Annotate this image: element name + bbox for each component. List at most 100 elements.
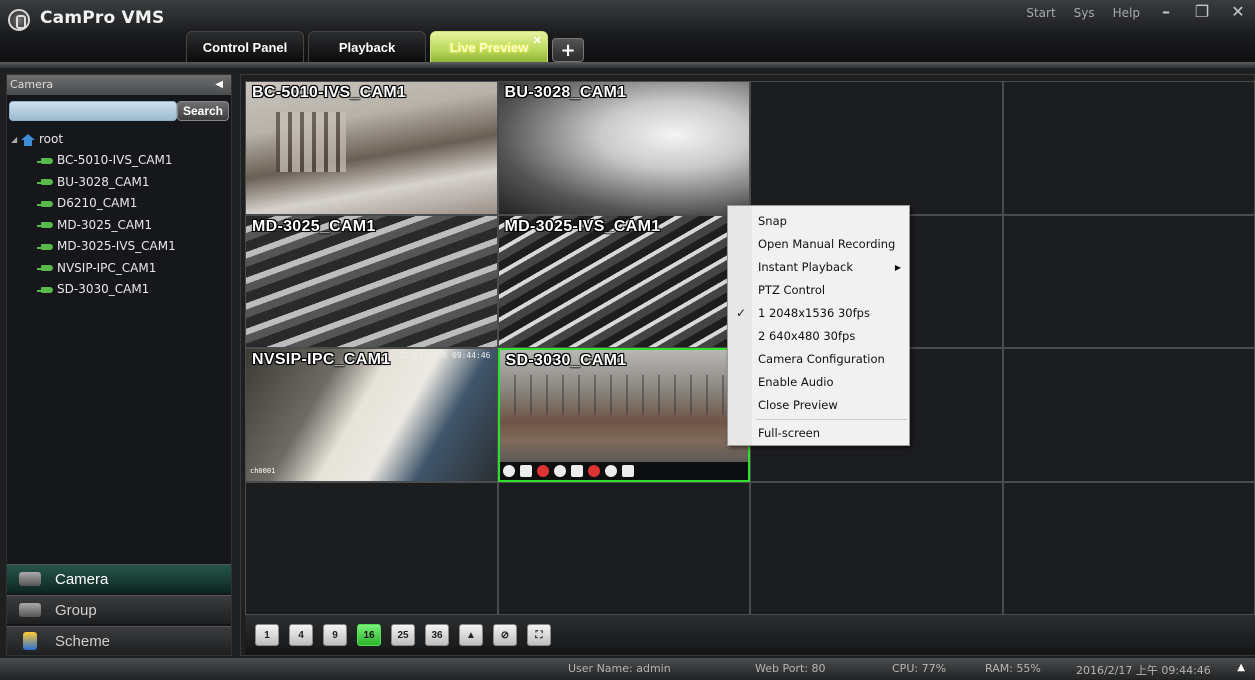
menu-item-ptz-control[interactable]: PTZ Control bbox=[728, 279, 909, 302]
title-bar-divider bbox=[0, 62, 1255, 68]
tab-close-icon[interactable]: ✕ bbox=[533, 34, 542, 47]
search-input[interactable] bbox=[9, 101, 177, 121]
camera-label: BU-3028_CAM1 bbox=[504, 84, 627, 101]
status-web-port: Web Port: 80 bbox=[755, 662, 826, 675]
menu-item-full-screen[interactable]: Full-screen bbox=[728, 422, 909, 445]
video-cell-empty[interactable] bbox=[750, 481, 1003, 615]
video-cell[interactable]: MD-3025_CAM1 bbox=[245, 214, 498, 348]
menu-start[interactable]: Start bbox=[1026, 6, 1055, 20]
video-cell-empty[interactable] bbox=[1002, 481, 1255, 615]
audio-icon[interactable] bbox=[587, 464, 600, 477]
scheme-nav-icon bbox=[23, 632, 37, 650]
tab-control-panel[interactable]: Control Panel bbox=[186, 31, 304, 62]
video-cell-selected[interactable]: SD-3030_CAM1 bbox=[497, 348, 750, 482]
top-menu: Start Sys Help bbox=[1026, 6, 1140, 20]
search-button[interactable]: Search bbox=[177, 101, 229, 121]
app-title: CamPro VMS bbox=[40, 8, 165, 28]
group-nav-icon bbox=[19, 603, 41, 617]
menu-item-stream-1[interactable]: ✓ 1 2048x1536 30fps bbox=[728, 302, 909, 325]
menu-item-snap[interactable]: Snap bbox=[728, 210, 909, 233]
camera-icon bbox=[37, 157, 53, 164]
expand-up-icon[interactable]: ▲ bbox=[1237, 662, 1245, 673]
playback-icon[interactable] bbox=[570, 464, 583, 477]
video-cell-empty[interactable] bbox=[1002, 214, 1255, 348]
status-ram: RAM: 55% bbox=[985, 662, 1041, 675]
collapse-arrow-icon[interactable]: ◀ bbox=[215, 75, 223, 95]
tree-item-camera[interactable]: BC-5010-IVS_CAM1 bbox=[7, 150, 231, 172]
video-cell-empty[interactable] bbox=[750, 81, 1003, 215]
nav-group[interactable]: Group bbox=[7, 595, 231, 624]
video-cell-empty[interactable] bbox=[1002, 81, 1255, 215]
menu-item-close-preview[interactable]: Close Preview bbox=[728, 394, 909, 417]
menu-item-instant-playback[interactable]: Instant Playback ▶ bbox=[728, 256, 909, 279]
camera-sidebar: Camera ◀ Search ◢ root BC-5010-IVS_CAM1 … bbox=[6, 74, 232, 656]
submenu-arrow-icon: ▶ bbox=[894, 263, 901, 272]
camera-label: BC-5010-IVS_CAM1 bbox=[252, 84, 407, 101]
stop-preview-icon[interactable] bbox=[502, 464, 515, 477]
layout-toolbar: 1 4 9 16 25 36 ▲ ⊘ ⛶ bbox=[245, 615, 1255, 655]
cell-toolbar bbox=[499, 461, 748, 480]
tree-item-camera[interactable]: SD-3030_CAM1 bbox=[7, 279, 231, 301]
check-icon: ✓ bbox=[736, 306, 747, 320]
sidebar-header: Camera ◀ bbox=[7, 75, 231, 95]
tab-playback[interactable]: Playback bbox=[308, 31, 426, 62]
video-cell[interactable]: BU-3028_CAM1 bbox=[497, 81, 750, 215]
camera-icon bbox=[37, 286, 53, 293]
context-menu: Snap Open Manual Recording Instant Playb… bbox=[727, 205, 910, 446]
layout-36-button[interactable]: 36 bbox=[425, 624, 449, 646]
zoom-icon[interactable] bbox=[604, 464, 617, 477]
menu-separator bbox=[756, 419, 907, 420]
video-cell[interactable]: NVSIP-IPC_CAM1 02-17-2016 09:44:46 ch000… bbox=[245, 348, 498, 482]
menu-item-stream-2[interactable]: 2 640x480 30fps bbox=[728, 325, 909, 348]
nav-camera[interactable]: Camera bbox=[7, 564, 231, 593]
camera-icon bbox=[37, 243, 53, 250]
app-logo-icon bbox=[8, 9, 30, 31]
video-cell[interactable]: MD-3025-IVS_CAM1 bbox=[497, 214, 750, 348]
video-cell[interactable]: BC-5010-IVS_CAM1 bbox=[245, 81, 498, 215]
minimize-icon[interactable]: – bbox=[1155, 2, 1177, 21]
layout-9-button[interactable]: 9 bbox=[323, 624, 347, 646]
expand-arrow-icon[interactable]: ◢ bbox=[11, 129, 21, 150]
camera-label: MD-3025_CAM1 bbox=[252, 217, 376, 235]
close-icon[interactable]: ✕ bbox=[1227, 2, 1249, 21]
camera-label: NVSIP-IPC_CAM1 bbox=[252, 351, 391, 368]
layout-16-button[interactable]: 16 bbox=[357, 624, 381, 646]
menu-item-manual-recording[interactable]: Open Manual Recording bbox=[728, 233, 909, 256]
layout-1-button[interactable]: 1 bbox=[255, 624, 279, 646]
camera-tree: ◢ root BC-5010-IVS_CAM1 BU-3028_CAM1 D62… bbox=[7, 129, 231, 301]
close-all-preview-icon[interactable]: ⊘ bbox=[493, 624, 517, 646]
status-cpu: CPU: 77% bbox=[892, 662, 947, 675]
camera-icon bbox=[37, 179, 53, 186]
add-tab-button[interactable]: + bbox=[552, 38, 584, 62]
custom-layout-icon[interactable]: ▲ bbox=[459, 624, 483, 646]
search-row: Search bbox=[7, 99, 231, 125]
tree-item-camera[interactable]: D6210_CAM1 bbox=[7, 193, 231, 215]
video-cell-empty[interactable] bbox=[497, 481, 750, 615]
fullscreen-layout-icon[interactable]: ⛶ bbox=[527, 624, 551, 646]
tree-item-camera[interactable]: NVSIP-IPC_CAM1 bbox=[7, 258, 231, 280]
nav-scheme[interactable]: Scheme bbox=[7, 626, 231, 655]
video-cell-empty[interactable] bbox=[245, 481, 498, 615]
menu-item-camera-configuration[interactable]: Camera Configuration bbox=[728, 348, 909, 371]
layout-25-button[interactable]: 25 bbox=[391, 624, 415, 646]
record-icon[interactable] bbox=[536, 464, 549, 477]
snapshot-icon[interactable] bbox=[519, 464, 532, 477]
sidebar-nav: Camera Group Scheme bbox=[7, 562, 231, 655]
ptz-icon[interactable] bbox=[553, 464, 566, 477]
tree-item-camera[interactable]: BU-3028_CAM1 bbox=[7, 172, 231, 194]
fullscreen-icon[interactable] bbox=[621, 464, 634, 477]
layout-4-button[interactable]: 4 bbox=[289, 624, 313, 646]
menu-item-enable-audio[interactable]: Enable Audio bbox=[728, 371, 909, 394]
tab-live-preview[interactable]: Live Preview ✕ bbox=[430, 31, 548, 62]
tree-root[interactable]: ◢ root bbox=[7, 129, 231, 150]
menu-help[interactable]: Help bbox=[1113, 6, 1140, 20]
main-tabs: Control Panel Playback Live Preview ✕ + bbox=[186, 31, 584, 62]
camera-icon bbox=[37, 200, 53, 207]
video-cell-empty[interactable] bbox=[1002, 348, 1255, 482]
status-user: User Name: admin bbox=[568, 662, 671, 675]
tree-item-camera[interactable]: MD-3025_CAM1 bbox=[7, 215, 231, 237]
restore-icon[interactable]: ❐ bbox=[1191, 2, 1213, 21]
menu-sys[interactable]: Sys bbox=[1074, 6, 1095, 20]
title-bar: CamPro VMS Start Sys Help – ❐ ✕ Control … bbox=[0, 0, 1255, 62]
tree-item-camera[interactable]: MD-3025-IVS_CAM1 bbox=[7, 236, 231, 258]
